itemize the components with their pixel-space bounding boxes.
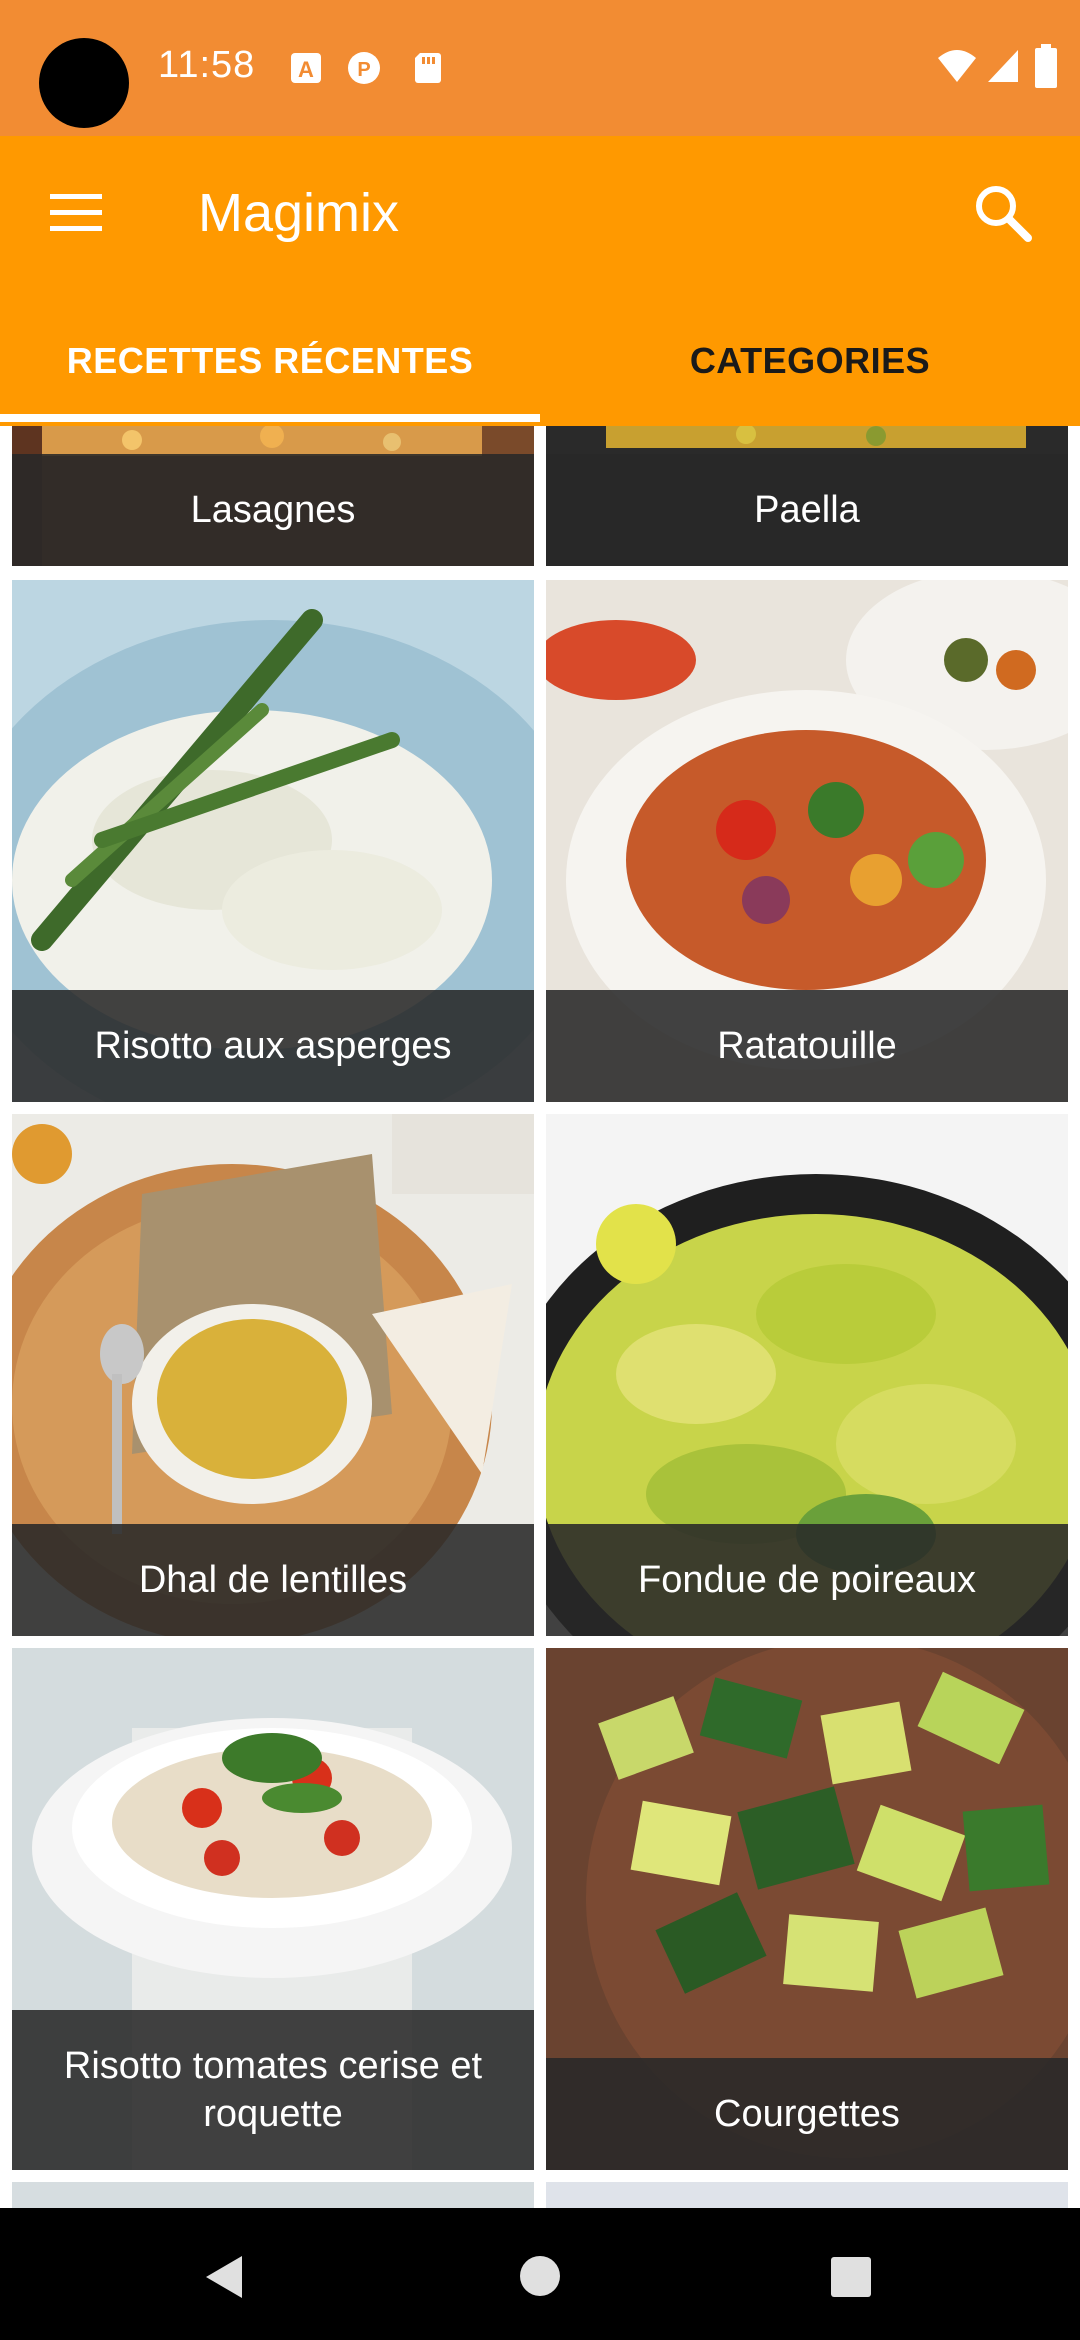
svg-text:P: P (357, 59, 370, 81)
back-icon[interactable] (200, 2252, 250, 2302)
app-title: Magimix (198, 183, 400, 243)
recipe-name: Fondue de poireaux (546, 1524, 1068, 1636)
home-icon[interactable] (518, 2254, 562, 2298)
recipe-card-partial[interactable] (12, 2182, 534, 2208)
system-nav-bar (0, 2208, 1080, 2340)
recipe-card-lasagnes[interactable]: Lasagnes (12, 426, 534, 566)
tab-categories[interactable]: CATEGORIES (540, 306, 1080, 416)
selected-tab-indicator (0, 414, 540, 422)
recipe-card-fondue-poireaux[interactable]: Fondue de poireaux (546, 1114, 1068, 1636)
tab-recent-recipes[interactable]: RECETTES RÉCENTES (0, 306, 540, 416)
status-bar: 11:58 A P (0, 0, 1080, 136)
recipe-card-ratatouille[interactable]: Ratatouille (546, 580, 1068, 1102)
recipe-name: Risotto tomates cerise et roquette (12, 2010, 534, 2170)
p-icon: P (348, 52, 380, 84)
hamburger-menu-icon[interactable] (48, 190, 108, 240)
recipe-name: Lasagnes (12, 454, 534, 566)
recipe-image (12, 2182, 534, 2208)
recipe-name: Dhal de lentilles (12, 1524, 534, 1636)
recipe-card-courgettes[interactable]: Courgettes (546, 1648, 1068, 2170)
recipe-grid[interactable]: Lasagnes Paella Risotto aux asperges Rat… (0, 426, 1080, 2208)
wifi-icon (938, 50, 976, 82)
recipe-name: Courgettes (546, 2058, 1068, 2170)
recipe-card-partial[interactable] (546, 2182, 1068, 2208)
recipe-name: Paella (546, 454, 1068, 566)
camera-cutout (39, 38, 129, 128)
svg-text:A: A (298, 57, 314, 82)
recipe-name: Ratatouille (546, 990, 1068, 1102)
battery-icon (1035, 44, 1057, 88)
status-time: 11:58 (158, 44, 256, 86)
a-icon: A (291, 53, 321, 83)
sd-card-icon (415, 53, 441, 83)
signal-icon (988, 50, 1018, 82)
recipe-card-dhal-lentilles[interactable]: Dhal de lentilles (12, 1114, 534, 1636)
recipe-image (546, 2182, 1068, 2208)
recents-icon[interactable] (830, 2256, 872, 2298)
recipe-name: Risotto aux asperges (12, 990, 534, 1102)
search-icon[interactable] (972, 182, 1034, 244)
recipe-card-risotto-tomates[interactable]: Risotto tomates cerise et roquette (12, 1648, 534, 2170)
recipe-card-risotto-asperges[interactable]: Risotto aux asperges (12, 580, 534, 1102)
recipe-card-paella[interactable]: Paella (546, 426, 1068, 566)
